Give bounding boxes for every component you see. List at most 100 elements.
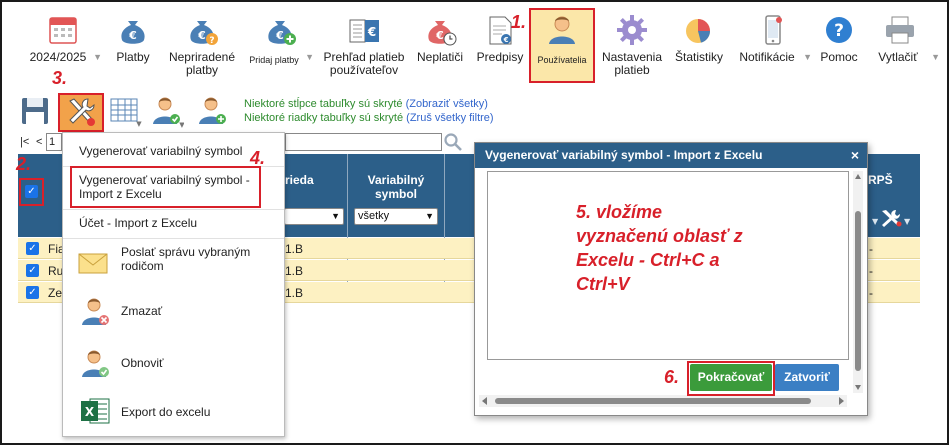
first-page-button[interactable]: |<	[20, 136, 29, 148]
menu-item-label: Účet - Import z Excelu	[79, 216, 198, 230]
user-add-icon[interactable]	[196, 94, 230, 128]
row-checkbox[interactable]: ✓	[26, 264, 39, 277]
toolbar-users[interactable]: Používatelia	[531, 12, 593, 82]
chevron-down-icon: ▼	[425, 211, 434, 221]
svg-text:€: €	[128, 29, 137, 42]
toolbar-label: 2024/2025	[29, 50, 87, 64]
dropdown-arrow-icon: ▼	[305, 52, 314, 62]
dropdown-arrow-icon: ▼	[931, 52, 940, 62]
chevron-down-icon: ▼	[331, 211, 340, 221]
toolbar-statistics[interactable]: Štatistiky	[672, 12, 726, 82]
menu-item-label: Export do excelu	[121, 405, 211, 419]
clear-filters-link[interactable]: (Zruš všetky filtre)	[406, 112, 493, 124]
envelope-icon	[78, 253, 108, 274]
svg-text:?: ?	[209, 36, 214, 46]
row-rps: -	[869, 264, 873, 278]
table-columns-icon[interactable]: ▼	[108, 94, 142, 128]
header-line: symbol	[374, 187, 417, 201]
toolbar-help[interactable]: ? Pomoc	[816, 12, 862, 82]
class-column-header: rieda	[285, 173, 314, 187]
svg-text:€: €	[275, 29, 284, 42]
column-tools-icon[interactable]: ▼ ▼	[868, 208, 910, 228]
menu-item-account-import-excel[interactable]: Účet - Import z Excelu	[63, 210, 284, 238]
continue-button[interactable]: Pokračovať	[690, 364, 772, 391]
app-window: 2024/2025 ▼ € Platby € ? Nepriradené pla…	[0, 0, 949, 445]
user-icon	[549, 16, 575, 44]
annotation-step-5: 5. vložíme vyznačenú oblasť z Excelu - C…	[576, 202, 743, 294]
menu-item-label: Zmazať	[121, 304, 163, 318]
page-number-input[interactable]: 1	[46, 133, 62, 151]
toolbar-add-payments[interactable]: € Pridaj platby ▼	[246, 12, 314, 82]
help-icon: ?	[826, 17, 852, 43]
save-icon[interactable]	[18, 94, 52, 128]
row-rps: -	[869, 286, 873, 300]
show-all-columns-link[interactable]: (Zobraziť všetky)	[406, 98, 488, 110]
toolbar-label: Vytlačiť	[878, 50, 918, 64]
row-class: 1.B	[285, 264, 304, 278]
toolbar-label: Notifikácie	[739, 50, 795, 64]
toolbar-print[interactable]: Vytlačiť ▼	[868, 12, 940, 82]
wrench-screwdriver-icon[interactable]	[64, 95, 98, 129]
menu-item-label: Poslať správu vybraným rodičom	[121, 245, 251, 273]
annotation-step-4: 4.	[250, 148, 266, 168]
toolbar-payments[interactable]: € Platby	[110, 12, 156, 82]
annotation-step-2: 2.	[16, 154, 32, 174]
toolbar-payment-overview[interactable]: € Prehľad platieb používateľov	[320, 12, 408, 82]
row-class: 1.B	[285, 242, 304, 256]
toolbar-non-payers[interactable]: € Neplatiči	[414, 12, 466, 82]
printer-icon	[886, 16, 914, 44]
row-checkbox[interactable]: ✓	[26, 242, 39, 255]
search-input[interactable]	[285, 133, 442, 151]
previous-page-button[interactable]: <	[36, 136, 42, 148]
svg-text:€: €	[503, 36, 509, 44]
class-filter-select[interactable]: ▼	[284, 208, 344, 225]
menu-item-delete[interactable]: Zmazať	[63, 291, 284, 341]
menu-item-generate-vs-import-excel[interactable]: Vygenerovať variabilný symbol - Import z…	[63, 167, 284, 209]
dropdown-arrow-icon: ▼	[93, 52, 102, 62]
close-button[interactable]: Zatvoriť	[775, 364, 839, 391]
excel-icon: X	[81, 398, 110, 424]
toolbar-label: Nepriradené platby	[168, 50, 236, 77]
money-bag-question-icon: € ?	[190, 21, 218, 46]
variable-symbol-column-header: Variabilný symbol	[349, 173, 443, 201]
row-checkbox[interactable]: ✓	[26, 286, 39, 299]
search-icon[interactable]	[443, 132, 463, 152]
menu-item-label: Obnoviť	[121, 356, 164, 370]
tools-dropdown-menu: Vygenerovať variabilný symbol Vygenerova…	[62, 132, 285, 437]
toolbar-label: Prehľad platieb používateľov	[323, 50, 405, 77]
calendar-icon	[49, 17, 77, 44]
money-bag-icon: €	[121, 21, 145, 44]
user-check-icon[interactable]: ▼	[150, 94, 184, 128]
user-delete-icon	[82, 298, 109, 325]
toolbar-label: Štatistiky	[674, 50, 723, 64]
variable-symbol-filter-select[interactable]: všetky ▼	[354, 208, 438, 225]
svg-text:€: €	[197, 29, 206, 42]
annotation-step-1: 1.	[511, 12, 527, 32]
svg-text:€: €	[367, 25, 376, 39]
menu-item-send-message[interactable]: Poslať správu vybraným rodičom	[63, 239, 284, 289]
select-all-checkbox[interactable]: ✓	[25, 185, 38, 198]
hidden-rows-text: Niektoré riadky tabuľky sú skryté	[244, 112, 404, 124]
header-line: Variabilný	[367, 173, 425, 187]
money-bag-add-icon: €	[268, 21, 296, 45]
svg-text:?: ?	[834, 21, 844, 41]
dialog-title-text: Vygenerovať variabilný symbol - Import z…	[485, 148, 763, 162]
horizontal-scrollbar[interactable]	[479, 395, 847, 407]
menu-item-restore[interactable]: Obnoviť	[63, 343, 284, 393]
svg-text:X: X	[85, 405, 95, 419]
toolbar-label: Platby	[116, 50, 150, 64]
hidden-columns-text: Niektoré stĺpce tabuľky sú skryté	[244, 98, 403, 110]
svg-text:▼: ▼	[904, 217, 910, 226]
toolbar-payment-settings[interactable]: Nastavenia platieb	[598, 12, 666, 82]
toolbar-notifications[interactable]: Notifikácie ▼	[734, 12, 812, 82]
toolbar-unassigned-payments[interactable]: € ? Nepriradené platby	[164, 12, 240, 82]
selected-value: všetky	[358, 210, 390, 222]
toolbar-label: Predpisy	[476, 50, 524, 64]
menu-item-label: Vygenerovať variabilný symbol - Import z…	[79, 173, 250, 201]
menu-item-export-excel[interactable]: X Export do excelu	[63, 393, 284, 437]
user-restore-icon	[82, 350, 109, 377]
annotation-step-3: 3.	[52, 68, 68, 88]
close-icon[interactable]: ×	[851, 143, 859, 168]
menu-item-label: Vygenerovať variabilný symbol	[79, 144, 243, 158]
vertical-scrollbar[interactable]	[853, 171, 863, 393]
